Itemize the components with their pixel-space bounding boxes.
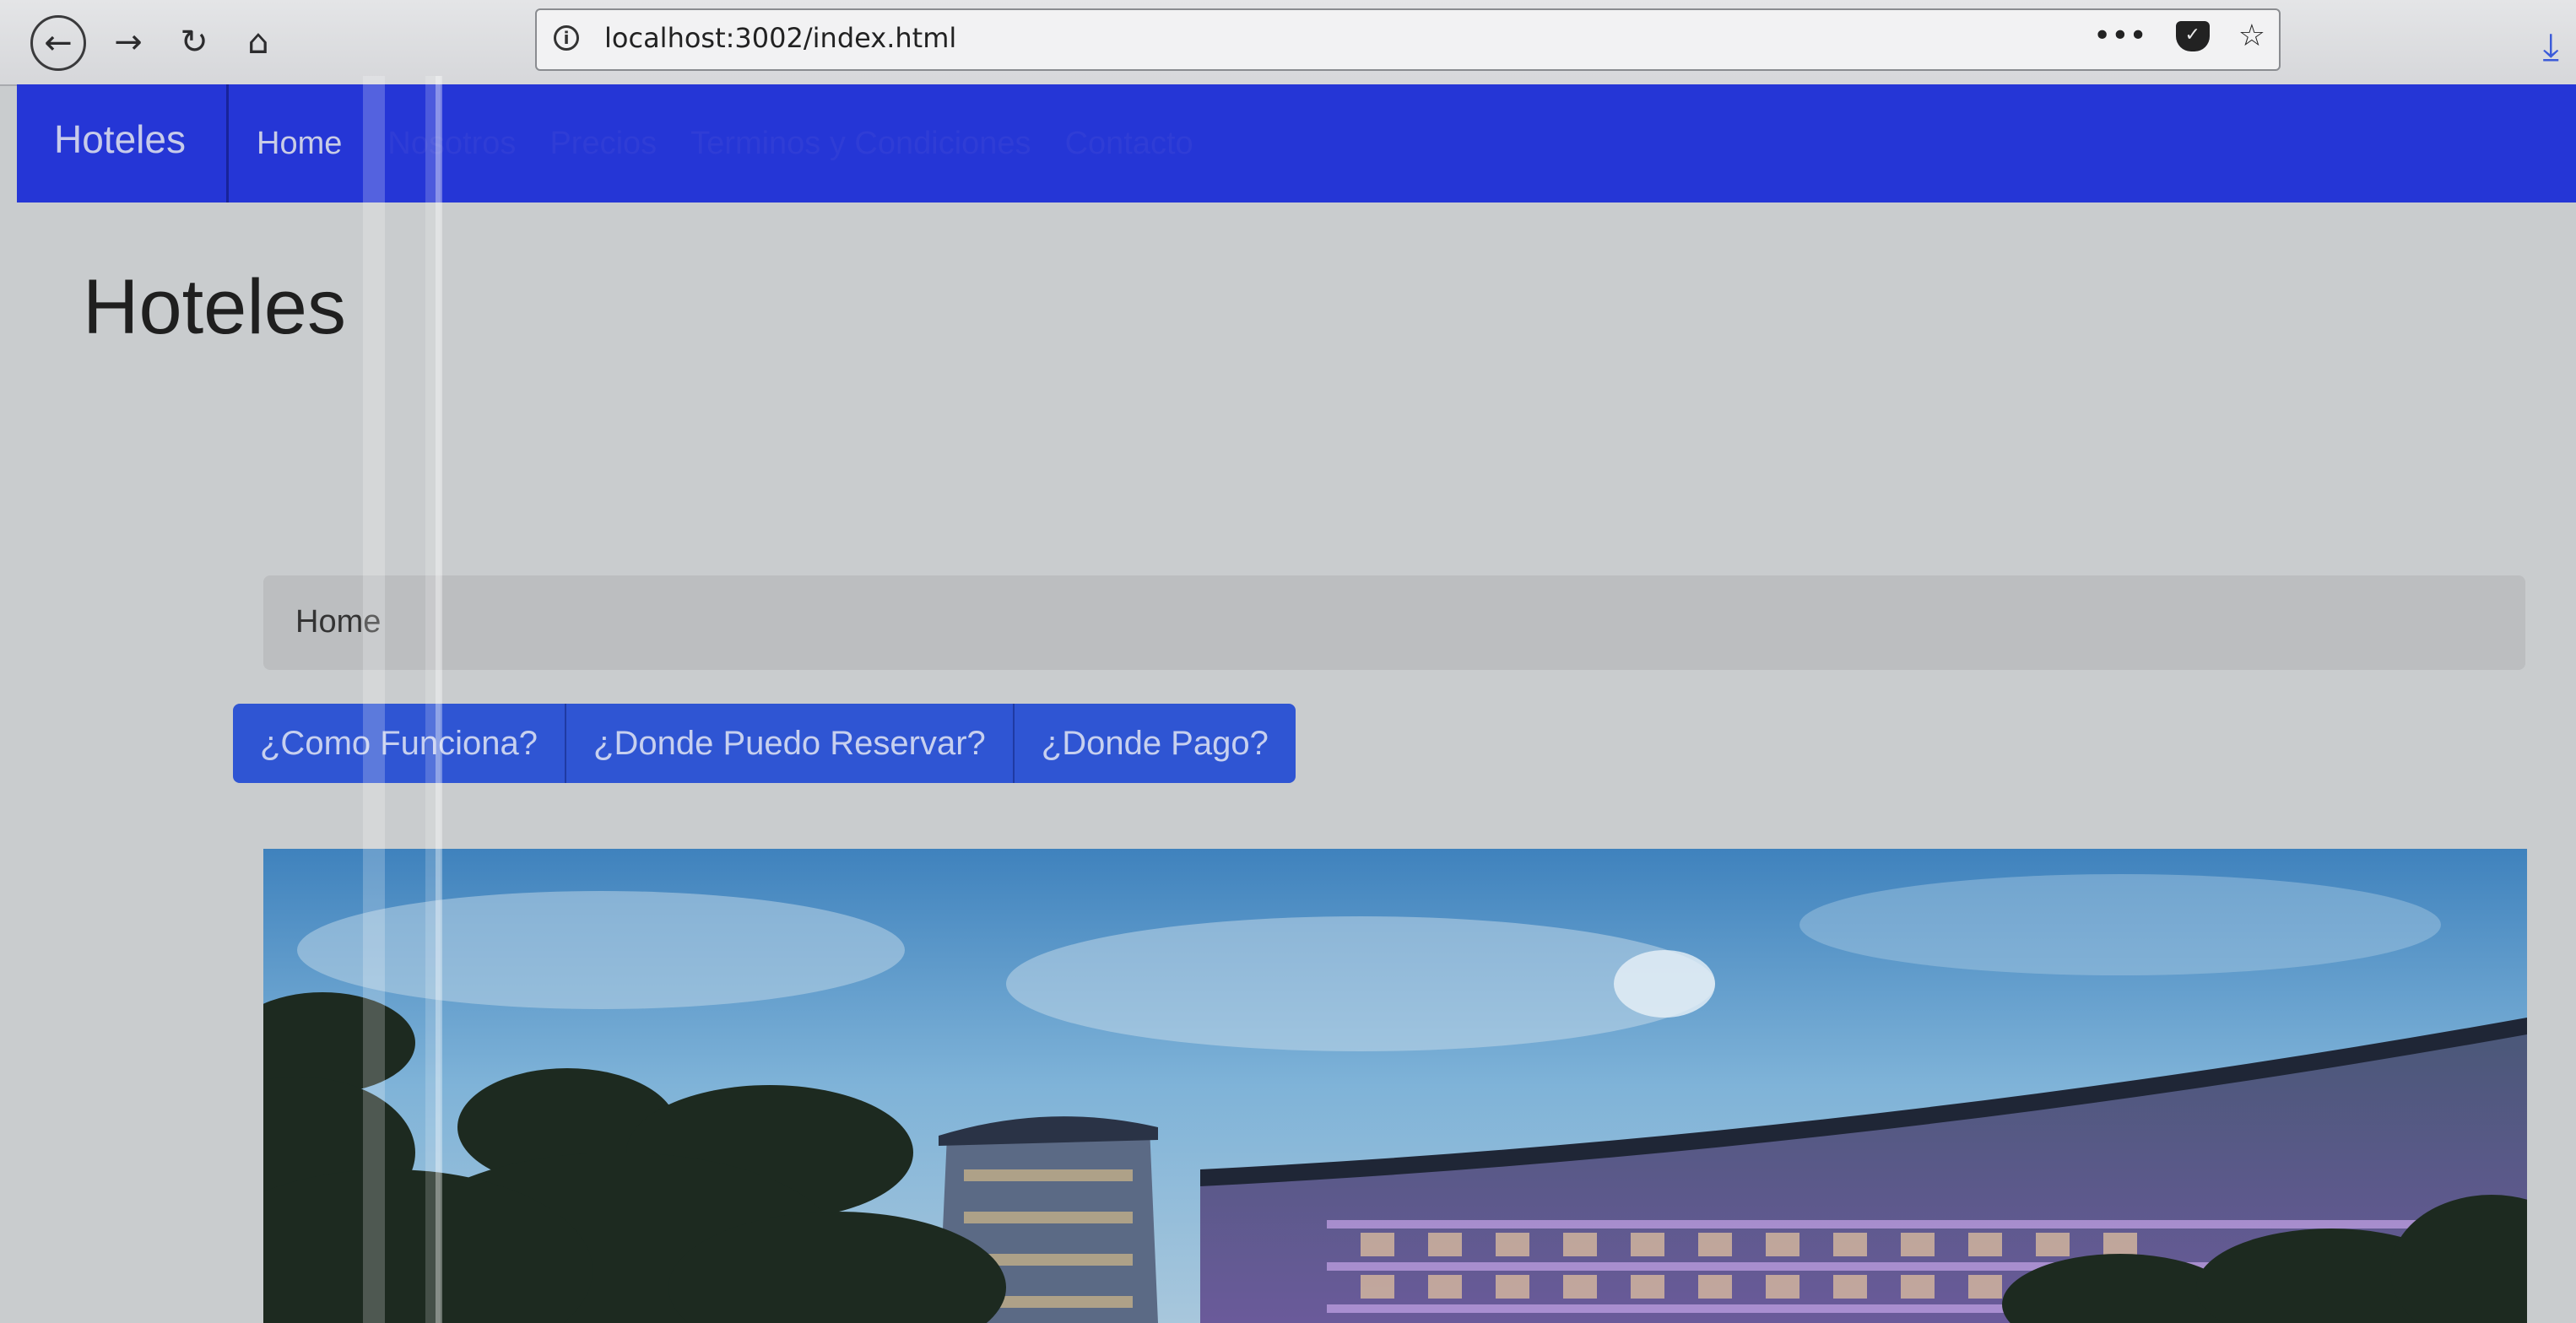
breadcrumb: Home xyxy=(263,575,2525,670)
nav-item-contacto: Contacto xyxy=(1065,126,1193,162)
reload-icon: ↻ xyxy=(180,23,208,62)
como-funciona-button[interactable]: ¿Como Funciona? xyxy=(233,704,567,783)
nav-link-terminos[interactable]: Terminos y Condiciones xyxy=(690,126,1031,161)
nav-link-nosotros[interactable]: Nosotros xyxy=(387,126,516,161)
nav-link-contacto[interactable]: Contacto xyxy=(1065,126,1193,161)
nav-item-home: Home xyxy=(240,126,354,162)
hotel-illustration xyxy=(263,849,2527,1323)
navbar-brand[interactable]: Hoteles xyxy=(54,116,186,162)
info-button-group: ¿Como Funciona? ¿Donde Puedo Reservar? ¿… xyxy=(233,704,1296,783)
donde-pago-button[interactable]: ¿Donde Pago? xyxy=(1014,704,1296,783)
info-icon[interactable]: i xyxy=(554,25,579,51)
home-icon: ⌂ xyxy=(247,23,269,62)
home-button[interactable]: ⌂ xyxy=(231,15,285,69)
address-bar[interactable]: i localhost:3002/index.html ••• ✓ ☆ xyxy=(535,8,2281,71)
site-navbar: Hoteles Home Nosotros Precios Terminos y… xyxy=(17,84,2576,202)
nav-item-precios: Precios xyxy=(549,126,657,162)
reload-button[interactable]: ↻ xyxy=(167,15,221,69)
back-button[interactable]: ← xyxy=(30,15,86,71)
breadcrumb-item-home[interactable]: Home xyxy=(295,604,381,640)
nav-item-terminos: Terminos y Condiciones xyxy=(690,126,1031,162)
url-text[interactable]: localhost:3002/index.html xyxy=(604,22,956,54)
arrow-left-icon: ← xyxy=(44,24,73,62)
page-title: Hoteles xyxy=(83,264,346,350)
forward-button[interactable]: → xyxy=(101,15,155,69)
hero-image xyxy=(263,849,2527,1323)
browser-toolbar: ← → ↻ ⌂ i localhost:3002/index.html ••• … xyxy=(0,0,2576,86)
star-icon[interactable]: ☆ xyxy=(2238,19,2265,53)
nav-item-nosotros: Nosotros xyxy=(387,126,516,162)
url-actions: ••• ✓ ☆ xyxy=(2093,19,2265,53)
navbar-links: Home Nosotros Precios Terminos y Condici… xyxy=(240,84,1193,202)
pocket-icon[interactable]: ✓ xyxy=(2175,20,2210,51)
download-icon[interactable]: ⤓ xyxy=(2543,25,2559,68)
navbar-divider xyxy=(226,84,229,202)
more-dots-icon[interactable]: ••• xyxy=(2093,19,2147,53)
arrow-right-icon: → xyxy=(114,23,143,62)
donde-reservar-button[interactable]: ¿Donde Puedo Reservar? xyxy=(566,704,1015,783)
nav-link-precios[interactable]: Precios xyxy=(549,126,657,161)
nav-link-home[interactable]: Home xyxy=(240,126,354,161)
